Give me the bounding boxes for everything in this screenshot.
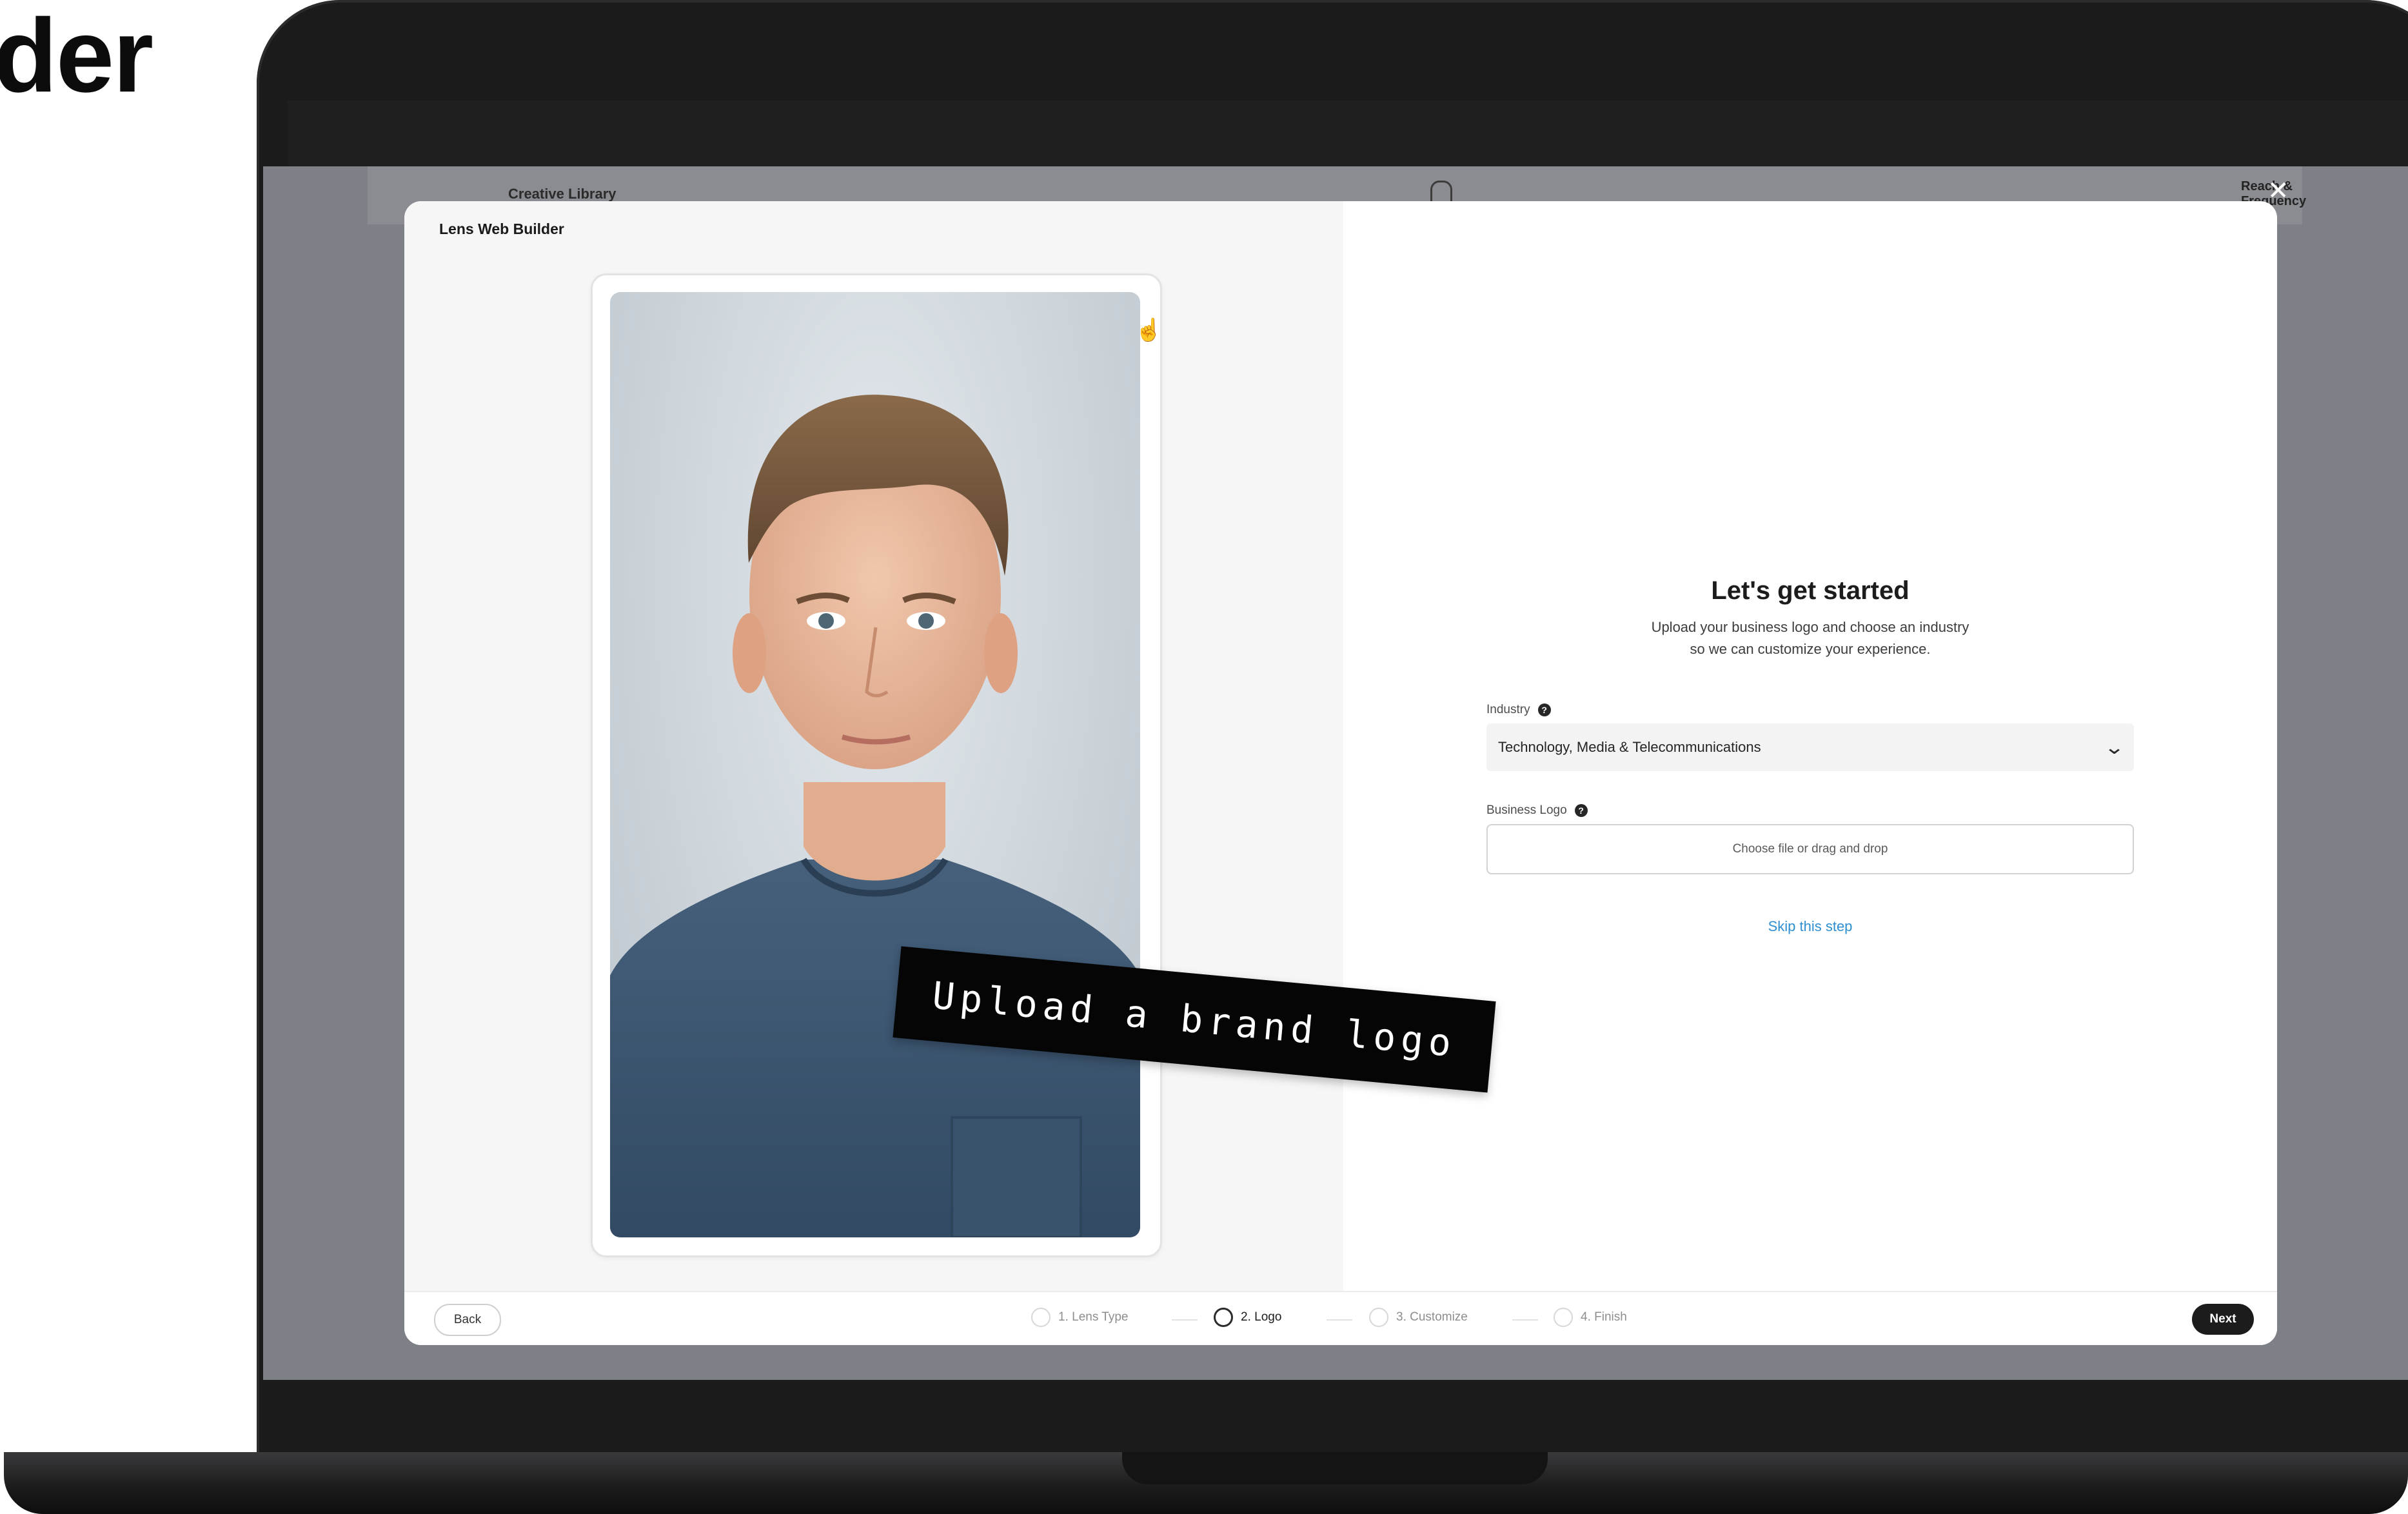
step-logo[interactable]: 2. Logo [1214,1308,1281,1327]
step-indicator-circle [1369,1308,1388,1327]
step-finish[interactable]: 4. Finish [1554,1308,1627,1327]
preview-panel: Lens Web Builder ☝ [404,201,1343,1291]
step-customize[interactable]: 3. Customize [1369,1308,1468,1327]
business-logo-label-text: Business Logo [1486,803,1567,817]
laptop-screen: Creative Library Reach & Frequency ✕ Len… [263,166,2408,1380]
background-app-title[interactable]: Creative Library [508,186,617,202]
hand-pointer-icon: ☝ [1135,318,1163,342]
portrait-photo [610,292,1140,1237]
phone-preview-card: ☝ [591,273,1162,1257]
step-separator [1327,1319,1352,1321]
industry-label-text: Industry [1486,703,1530,716]
step-label: 3. Customize [1396,1310,1468,1324]
step-label: 2. Logo [1241,1310,1282,1324]
wizard-footer: Back 1. Lens Type 2. Logo 3. Customize 4… [404,1291,2277,1345]
lens-web-builder-modal: Lens Web Builder ☝ Let's get started Upl… [404,201,2277,1345]
setup-heading: Let's get started [1711,576,1910,605]
step-label: 4. Finish [1581,1310,1627,1324]
business-logo-dropzone[interactable]: Choose file or drag and drop [1486,824,2134,874]
step-indicator-circle [1554,1308,1573,1327]
step-separator [1172,1319,1198,1321]
next-button[interactable]: Next [2192,1304,2254,1335]
modal-title: Lens Web Builder [439,221,564,237]
screen-top-bezel [288,101,2408,166]
help-icon[interactable]: ? [1574,804,1588,817]
business-logo-field-label: Business Logo ? [1486,803,1588,818]
page-heading-fragment: der [0,0,153,114]
setup-panel: Let's get started Upload your business l… [1343,201,2277,1291]
industry-field-label: Industry ? [1486,703,1551,717]
step-lens-type[interactable]: 1. Lens Type [1031,1308,1128,1327]
laptop-notch [1122,1452,1548,1484]
step-label: 1. Lens Type [1058,1310,1129,1324]
step-indicator-circle [1031,1308,1051,1327]
back-button[interactable]: Back [434,1304,501,1336]
close-icon[interactable]: ✕ [2267,178,2289,204]
chevron-down-icon: ⌄ [2104,736,2125,758]
skip-step-link[interactable]: Skip this step [1343,918,2277,935]
setup-subtitle: Upload your business logo and choose an … [1651,619,1969,657]
step-indicator-circle [1214,1308,1233,1327]
portrait-illustration [610,395,1140,1237]
step-separator [1512,1319,1538,1321]
screen-bottom-bezel [263,1380,2408,1442]
help-icon[interactable]: ? [1537,703,1551,716]
screenshot-stage: der Creative Library Reach & Frequency ✕… [0,0,2408,1514]
industry-selected-value: Technology, Media & Telecommunications [1498,739,1761,755]
industry-select[interactable]: Technology, Media & Telecommunications ⌄ [1486,723,2134,771]
